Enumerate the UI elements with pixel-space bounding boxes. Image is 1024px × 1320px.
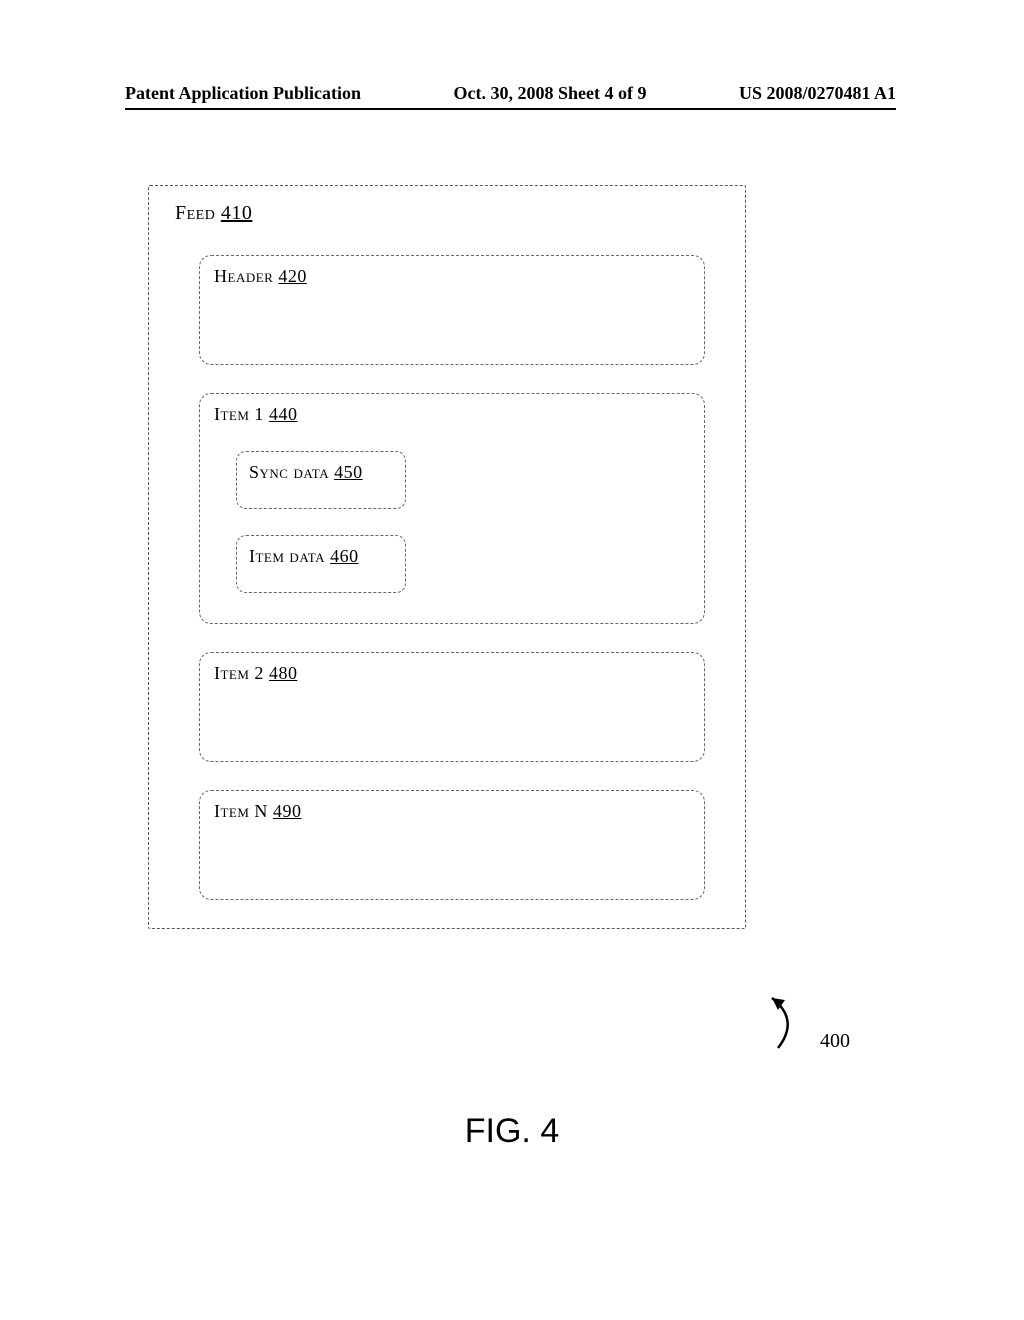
itemdata-ref: 460: [330, 546, 359, 566]
item2-box: Item 2 480: [199, 652, 705, 762]
page-header: Patent Application Publication Oct. 30, …: [125, 83, 896, 104]
sync-label: Sync data: [249, 462, 329, 482]
item1-label: Item 1: [214, 404, 264, 424]
item1-ref: 440: [269, 404, 298, 424]
header-rule: [125, 108, 896, 110]
sync-ref: 450: [334, 462, 363, 482]
diagram: Feed 410 Header 420 Item 1 440 Sync data…: [148, 185, 746, 929]
header-box-ref: 420: [278, 266, 307, 286]
figure-label: FIG. 4: [0, 1112, 1024, 1151]
itemdata-label: Item data: [249, 546, 325, 566]
callout-ref: 400: [820, 1030, 850, 1053]
item1-box: Item 1 440 Sync data 450 Item data 460: [199, 393, 705, 624]
item2-label: Item 2: [214, 663, 264, 683]
sync-data-box: Sync data 450: [236, 451, 406, 509]
itemn-ref: 490: [273, 801, 302, 821]
itemn-box: Item N 490: [199, 790, 705, 900]
header-center: Oct. 30, 2008 Sheet 4 of 9: [454, 83, 647, 104]
feed-title: Feed 410: [175, 202, 705, 225]
header-box: Header 420: [199, 255, 705, 365]
header-box-label: Header: [214, 266, 273, 286]
feed-label: Feed: [175, 202, 215, 224]
itemn-label: Item N: [214, 801, 268, 821]
item-data-box: Item data 460: [236, 535, 406, 593]
feed-box: Feed 410 Header 420 Item 1 440 Sync data…: [148, 185, 746, 929]
header-left: Patent Application Publication: [125, 83, 361, 104]
header-right: US 2008/0270481 A1: [739, 83, 896, 104]
feed-ref: 410: [221, 202, 253, 224]
item2-ref: 480: [269, 663, 298, 683]
